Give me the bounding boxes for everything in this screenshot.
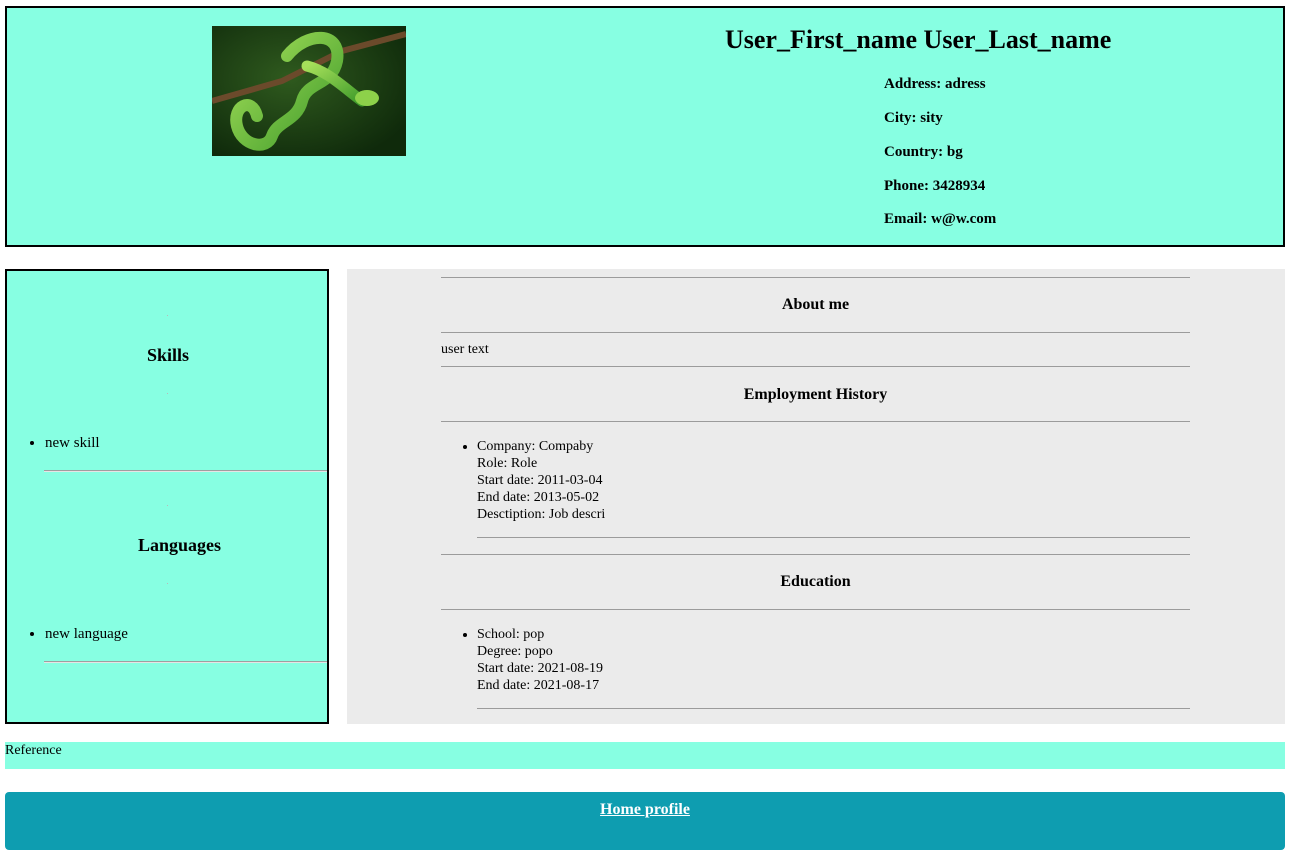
address-line: Address: adress [884, 76, 986, 92]
skill-item: new skill [45, 435, 100, 452]
country-line: Country: bg [884, 144, 963, 160]
home-profile-link[interactable]: Home profile [5, 801, 1285, 819]
reference-label: Reference [5, 743, 62, 758]
divider [167, 315, 168, 316]
city-line: City: sity [884, 110, 943, 126]
divider [477, 537, 1190, 538]
divider [167, 505, 168, 506]
start-date-line: Start date: 2011-03-04 [477, 473, 603, 488]
languages-title: Languages [137, 535, 222, 555]
home-bar: Home profile [5, 792, 1285, 850]
start-date-line: Start date: 2021-08-19 [477, 661, 603, 676]
education-list: School: pop Degree: popo Start date: 202… [459, 626, 603, 694]
divider [441, 366, 1190, 367]
divider [441, 421, 1190, 422]
main-content: About me user text Employment History Co… [347, 269, 1285, 724]
about-text: user text [441, 342, 489, 357]
education-item: School: pop Degree: popo Start date: 202… [477, 626, 603, 694]
skills-title: Skills [146, 345, 190, 365]
divider [441, 332, 1190, 333]
phone-line: Phone: 3428934 [884, 178, 986, 194]
employment-item: Company: Compaby Role: Role Start date: … [477, 438, 605, 523]
divider [167, 393, 168, 394]
employment-title: Employment History [743, 386, 888, 403]
end-date-line: End date: 2021-08-17 [477, 678, 600, 693]
employment-list: Company: Compaby Role: Role Start date: … [459, 438, 605, 523]
languages-list: new language [27, 626, 128, 643]
divider [44, 661, 327, 663]
divider [44, 470, 327, 472]
school-line: School: pop [477, 627, 545, 642]
description-line: Desctiption: Job descri [477, 507, 606, 522]
divider [441, 277, 1190, 278]
divider [441, 554, 1190, 555]
role-line: Role: Role [477, 456, 538, 471]
divider [477, 708, 1190, 709]
education-title: Education [780, 573, 851, 590]
skills-list: new skill [27, 435, 100, 452]
language-item: new language [45, 626, 128, 643]
profile-header: User_First_name User_Last_name Address: … [5, 6, 1285, 247]
sidebar: Skills new skill Languages new language [5, 269, 329, 724]
company-line: Company: Compaby [477, 439, 594, 454]
end-date-line: End date: 2013-05-02 [477, 490, 600, 505]
divider [167, 583, 168, 584]
divider [441, 609, 1190, 610]
about-title: About me [781, 296, 850, 313]
user-full-name: User_First_name User_Last_name [725, 25, 1112, 54]
profile-photo [212, 26, 406, 156]
degree-line: Degree: popo [477, 644, 553, 659]
reference-bar: Reference [5, 742, 1285, 769]
email-line: Email: w@w.com [884, 211, 997, 227]
